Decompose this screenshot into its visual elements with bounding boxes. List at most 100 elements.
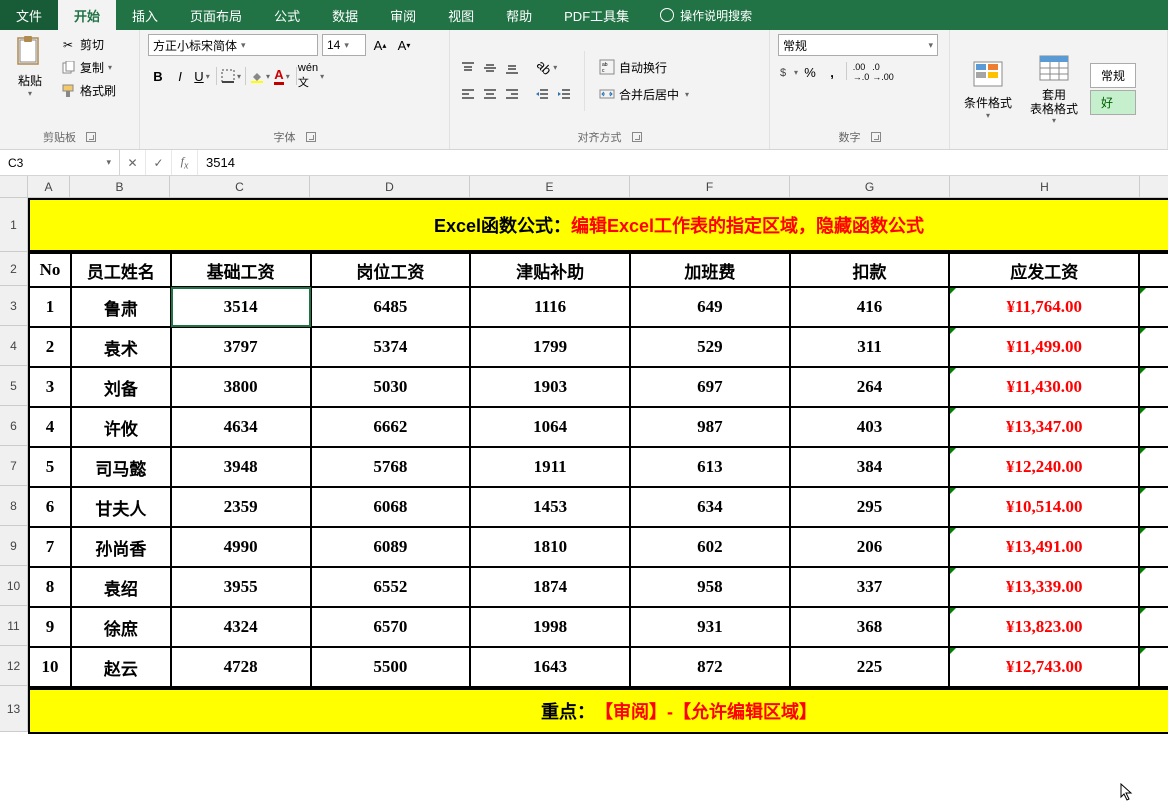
border-button[interactable] <box>221 66 241 86</box>
formula-input[interactable] <box>206 155 1160 170</box>
col-header-C[interactable]: C <box>170 176 310 198</box>
cell[interactable]: 徐庶 <box>71 607 171 647</box>
cell[interactable]: 3948 <box>171 447 311 487</box>
style-normal-button[interactable]: 常规 <box>1090 63 1136 88</box>
align-launcher[interactable] <box>632 132 642 142</box>
cell[interactable]: 1 <box>29 287 71 327</box>
paste-button[interactable]: 粘贴 ▾ <box>8 34 52 100</box>
col-header-F[interactable]: F <box>630 176 790 198</box>
tab-formula[interactable]: 公式 <box>258 0 316 30</box>
cell[interactable]: 6662 <box>311 407 471 447</box>
cell[interactable]: 7 <box>29 527 71 567</box>
tab-help[interactable]: 帮助 <box>490 0 548 30</box>
cut-button[interactable]: ✂ 剪切 <box>56 34 120 55</box>
cell[interactable]: ¥11,430.00 <box>949 367 1139 407</box>
tab-review[interactable]: 审阅 <box>374 0 432 30</box>
cell[interactable]: 206 <box>790 527 950 567</box>
middle-align-button[interactable] <box>480 58 500 78</box>
select-all-corner[interactable] <box>0 176 28 198</box>
cell[interactable]: 4728 <box>171 647 311 687</box>
tab-pdf[interactable]: PDF工具集 <box>548 0 645 30</box>
bold-button[interactable]: B <box>148 66 168 86</box>
cell[interactable]: 6552 <box>311 567 471 607</box>
footer-row[interactable]: 重点： 【审阅】-【允许编辑区域】 <box>28 688 1168 734</box>
number-format-combo[interactable]: 常规 ▾ <box>778 34 938 56</box>
row-header-6[interactable]: 6 <box>0 406 28 446</box>
cell[interactable]: ¥12,743.00 <box>949 647 1139 687</box>
phonetic-button[interactable]: wén文 <box>301 66 321 86</box>
right-align-button[interactable] <box>502 84 522 104</box>
merge-button[interactable]: 合并后居中▾ <box>595 84 693 105</box>
table-format-button[interactable]: 套用 表格格式▾ <box>1024 50 1084 128</box>
center-align-button[interactable] <box>480 84 500 104</box>
row-header-1[interactable]: 1 <box>0 198 28 252</box>
row-header-3[interactable]: 3 <box>0 286 28 326</box>
font-launcher[interactable] <box>306 132 316 142</box>
cell[interactable]: 1810 <box>470 527 630 567</box>
cell[interactable]: ¥13,491.00 <box>949 527 1139 567</box>
cell[interactable]: 1911 <box>470 447 630 487</box>
decrease-indent-button[interactable] <box>532 84 552 104</box>
cell[interactable]: 4324 <box>171 607 311 647</box>
cell[interactable]: 3800 <box>171 367 311 407</box>
col-header-G[interactable]: G <box>790 176 950 198</box>
cell[interactable]: ¥13,823.00 <box>949 607 1139 647</box>
cell[interactable]: 3514 <box>171 287 311 327</box>
header-cell[interactable]: 津贴补助 <box>470 253 630 287</box>
col-header-D[interactable]: D <box>310 176 470 198</box>
name-box[interactable]: ▾ <box>0 150 120 175</box>
cell[interactable]: 634 <box>630 487 790 527</box>
increase-decimal-button[interactable]: .00→.0 <box>851 62 871 82</box>
cell[interactable]: 649 <box>630 287 790 327</box>
cell[interactable]: 4634 <box>171 407 311 447</box>
cell[interactable]: 10 <box>29 647 71 687</box>
cell[interactable]: 416 <box>790 287 950 327</box>
underline-button[interactable]: U <box>192 66 212 86</box>
cell[interactable]: 5768 <box>311 447 471 487</box>
confirm-formula-button[interactable]: ✓ <box>146 150 172 175</box>
row-header-10[interactable]: 10 <box>0 566 28 606</box>
cell[interactable]: 8 <box>29 567 71 607</box>
header-cell[interactable]: 员工姓名 <box>71 253 171 287</box>
left-align-button[interactable] <box>458 84 478 104</box>
header-cell[interactable]: No <box>29 253 71 287</box>
wrap-text-button[interactable]: abc 自动换行 <box>595 57 693 78</box>
title-row[interactable]: Excel函数公式： 编辑Excel工作表的指定区域，隐藏函数公式 <box>28 198 1168 252</box>
row-header-8[interactable]: 8 <box>0 486 28 526</box>
cell[interactable]: 368 <box>790 607 950 647</box>
cell[interactable]: ¥12,518.00 <box>1139 647 1168 687</box>
cell[interactable]: 2359 <box>171 487 311 527</box>
cell[interactable]: ¥11,499.00 <box>949 327 1139 367</box>
cell[interactable]: 1064 <box>470 407 630 447</box>
cell[interactable]: 司马懿 <box>71 447 171 487</box>
italic-button[interactable]: I <box>170 66 190 86</box>
row-header-5[interactable]: 5 <box>0 366 28 406</box>
cell[interactable]: ¥13,285.00 <box>1139 527 1168 567</box>
tab-insert[interactable]: 插入 <box>116 0 174 30</box>
decrease-decimal-button[interactable]: .0→.00 <box>873 62 893 82</box>
cell[interactable]: 3 <box>29 367 71 407</box>
cell[interactable]: 2 <box>29 327 71 367</box>
cell[interactable]: ¥10,219.00 <box>1139 487 1168 527</box>
row-header-4[interactable]: 4 <box>0 326 28 366</box>
cell[interactable]: 697 <box>630 367 790 407</box>
conditional-format-button[interactable]: 条件格式▾ <box>958 56 1018 122</box>
fill-color-button[interactable] <box>250 66 270 86</box>
cell[interactable]: ¥13,339.00 <box>949 567 1139 607</box>
format-painter-button[interactable]: 格式刷 <box>56 80 120 101</box>
cell[interactable]: 6485 <box>311 287 471 327</box>
tab-view[interactable]: 视图 <box>432 0 490 30</box>
cell[interactable]: 孙尚香 <box>71 527 171 567</box>
col-header-A[interactable]: A <box>28 176 70 198</box>
cell[interactable]: ¥11,166.00 <box>1139 367 1168 407</box>
name-box-input[interactable] <box>8 156 106 170</box>
cell[interactable]: 鲁肃 <box>71 287 171 327</box>
row-header-11[interactable]: 11 <box>0 606 28 646</box>
style-good-button[interactable]: 好 <box>1090 90 1136 115</box>
cell[interactable]: 1116 <box>470 287 630 327</box>
cancel-formula-button[interactable]: ✕ <box>120 150 146 175</box>
cell[interactable]: ¥13,002.00 <box>1139 567 1168 607</box>
orientation-button[interactable]: ab <box>532 58 562 78</box>
header-cell[interactable]: 扣款 <box>790 253 950 287</box>
cell[interactable]: 1998 <box>470 607 630 647</box>
